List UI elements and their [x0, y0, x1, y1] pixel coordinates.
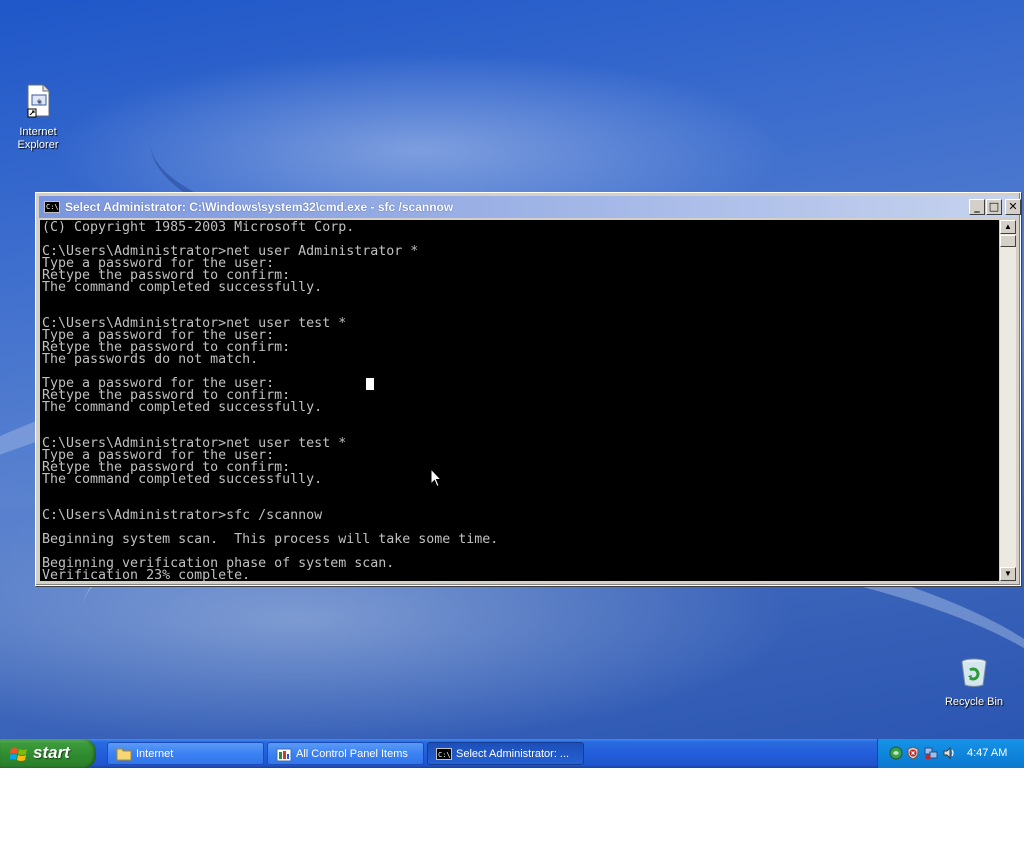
windows-logo-icon	[9, 746, 28, 767]
console-icon: C:\	[436, 747, 452, 764]
taskbar-button-label: All Control Panel Items	[296, 748, 408, 760]
desktop-icon-label: Internet	[19, 126, 57, 138]
taskbar-button-control-panel[interactable]: All Control Panel Items	[267, 742, 424, 765]
volume-icon[interactable]	[942, 746, 956, 760]
window-title: Select Administrator: C:\Windows\system3…	[65, 200, 454, 214]
system-tray: 4:47 AM	[877, 739, 1024, 768]
desktop-icon-internet-explorer[interactable]: e Internet Explorer	[0, 84, 76, 152]
svg-text:C:\: C:\	[438, 751, 451, 759]
close-button[interactable]: ✕	[1005, 199, 1021, 215]
minimize-button[interactable]: _	[969, 199, 985, 215]
scroll-down-button[interactable]: ▼	[1000, 567, 1016, 581]
control-panel-icon	[276, 747, 292, 764]
clock[interactable]: 4:47 AM	[967, 747, 1007, 759]
scrollbar-thumb[interactable]	[1000, 235, 1016, 247]
recycle-bin-icon	[936, 656, 1012, 692]
scroll-up-button[interactable]: ▲	[1000, 220, 1016, 234]
start-label: start	[33, 743, 70, 762]
console-output[interactable]: (C) Copyright 1985-2003 Microsoft Corp. …	[40, 220, 999, 581]
security-alert-icon[interactable]	[906, 746, 920, 760]
internet-explorer-shortcut-icon: e	[0, 84, 76, 122]
console-text: (C) Copyright 1985-2003 Microsoft Corp. …	[42, 220, 499, 581]
mouse-pointer-icon	[430, 467, 443, 493]
taskbar-button-command-prompt[interactable]: C:\ Select Administrator: ...	[427, 742, 584, 765]
taskbar-button-label: Select Administrator: ...	[456, 748, 570, 760]
network-status-icon[interactable]	[924, 746, 938, 760]
network-icon[interactable]	[889, 746, 903, 760]
start-button[interactable]: start	[0, 739, 96, 768]
desktop-icon-label: Recycle Bin	[944, 696, 1004, 708]
console-icon[interactable]: C:\	[44, 201, 60, 213]
text-cursor	[366, 378, 374, 390]
taskbar: start Internet All Control Panel Items C…	[0, 739, 1024, 768]
command-prompt-window[interactable]: C:\ Select Administrator: C:\Windows\sys…	[35, 192, 1021, 586]
window-titlebar[interactable]: C:\ Select Administrator: C:\Windows\sys…	[39, 196, 1021, 218]
desktop-icon-label-line2: Explorer	[17, 139, 59, 151]
taskbar-button-internet[interactable]: Internet	[107, 742, 264, 765]
taskbar-button-label: Internet	[136, 748, 174, 760]
svg-text:e: e	[37, 98, 41, 105]
vertical-scrollbar[interactable]: ▲ ▼	[1000, 220, 1016, 581]
maximize-button[interactable]: □	[986, 199, 1002, 215]
folder-icon	[116, 747, 132, 764]
desktop-icon-recycle-bin[interactable]: Recycle Bin	[936, 656, 1012, 709]
